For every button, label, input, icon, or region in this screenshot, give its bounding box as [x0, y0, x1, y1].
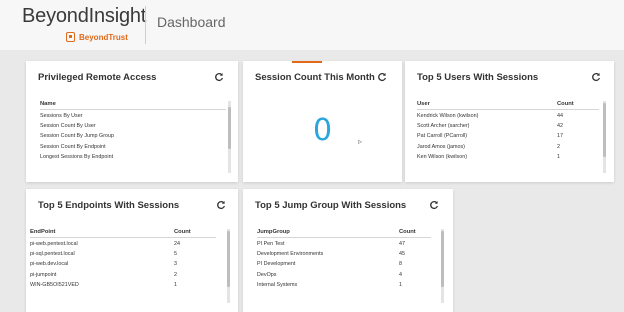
table-row[interactable]: Scott Archer (sarcher) 42 [417, 121, 599, 131]
table-row[interactable]: Jarod Amos (jamos) 2 [417, 142, 599, 152]
table-row[interactable]: pi-sql.pentest.local 5 [30, 249, 216, 259]
refresh-icon[interactable] [215, 199, 227, 211]
widget-top-users: Top 5 Users With Sessions User Count Ken… [405, 61, 614, 182]
scrollbar[interactable] [441, 229, 444, 303]
scrollbar-thumb[interactable] [441, 231, 444, 287]
report-list: Name Sessions By User Session Count By U… [40, 101, 226, 162]
widget-title: Top 5 Users With Sessions [417, 72, 539, 83]
list-item[interactable]: Sessions By User [40, 111, 226, 121]
top-bar: BeyondInsight BeyondTrust Dashboard [0, 0, 624, 50]
widget-session-count: Session Count This Month 0 ▹ [243, 61, 402, 182]
refresh-icon[interactable] [376, 71, 388, 83]
column-header-name: Name [40, 101, 56, 107]
table-header: EndPoint Count [30, 229, 216, 238]
widget-title: Top 5 Endpoints With Sessions [38, 200, 180, 211]
table-row[interactable]: Kendrick Wilson (kwilson) 44 [417, 111, 599, 121]
scrollbar[interactable] [227, 229, 230, 303]
table-row[interactable]: pi-web.dev.local 3 [30, 259, 216, 269]
table-row[interactable]: pi-web.pentest.local 24 [30, 239, 216, 249]
table-row[interactable]: PI Pen Test 47 [257, 239, 431, 249]
table-row[interactable]: Development Environments 45 [257, 249, 431, 259]
vendor-name: BeyondTrust [79, 32, 128, 42]
vendor-logo: BeyondTrust [66, 31, 128, 43]
refresh-icon[interactable] [590, 71, 602, 83]
table-row[interactable]: pi-jumpoint 2 [30, 270, 216, 280]
scrollbar-thumb[interactable] [227, 231, 230, 287]
table-row[interactable]: Internal Systems 1 [257, 280, 431, 290]
data-table: User Count Kendrick Wilson (kwilson) 44 S… [417, 101, 599, 162]
table-row[interactable]: Pat Carroll (PCarroll) 17 [417, 131, 599, 141]
table-header: JumpGroup Count [257, 229, 431, 238]
list-header: Name [40, 101, 226, 110]
table-row[interactable]: WIN-GB5OI521VED 1 [30, 280, 216, 290]
table-row[interactable]: PI Development 8 [257, 259, 431, 269]
table-row[interactable]: Ken Wilson (kwilson) 1 [417, 152, 599, 162]
list-item[interactable]: Longest Sessions By Endpoint [40, 152, 226, 162]
widget-top-endpoints: Top 5 Endpoints With Sessions EndPoint C… [26, 189, 238, 312]
table-row[interactable]: DevOps 4 [257, 270, 431, 280]
page-title: Dashboard [157, 14, 226, 30]
session-count-value: 0 [312, 113, 333, 148]
mouse-cursor-icon: ▹ [358, 137, 363, 146]
app-title: BeyondInsight [22, 5, 147, 27]
refresh-icon[interactable] [213, 71, 225, 83]
widget-title: Session Count This Month [255, 72, 375, 83]
scrollbar-thumb[interactable] [603, 103, 606, 157]
table-header: User Count [417, 101, 599, 110]
beyondtrust-logo-icon [66, 32, 75, 42]
widget-accent-bar [292, 61, 322, 63]
list-item[interactable]: Session Count By Endpoint [40, 142, 226, 152]
widget-title: Top 5 Jump Group With Sessions [255, 200, 407, 211]
widget-title: Privileged Remote Access [38, 72, 157, 83]
widget-privileged-remote-access: Privileged Remote Access Name Sessions B… [26, 61, 238, 182]
list-item[interactable]: Session Count By Jump Group [40, 131, 226, 141]
data-table: EndPoint Count pi-web.pentest.local 24 pi… [30, 229, 216, 290]
widget-top-jump-groups: Top 5 Jump Group With Sessions JumpGroup… [243, 189, 453, 312]
scrollbar[interactable] [228, 101, 231, 173]
data-table: JumpGroup Count PI Pen Test 47 Developmen… [257, 229, 431, 290]
scrollbar-thumb[interactable] [228, 107, 231, 149]
list-item[interactable]: Session Count By User [40, 121, 226, 131]
scrollbar[interactable] [603, 101, 606, 173]
header-divider [145, 6, 146, 44]
refresh-icon[interactable] [428, 199, 440, 211]
